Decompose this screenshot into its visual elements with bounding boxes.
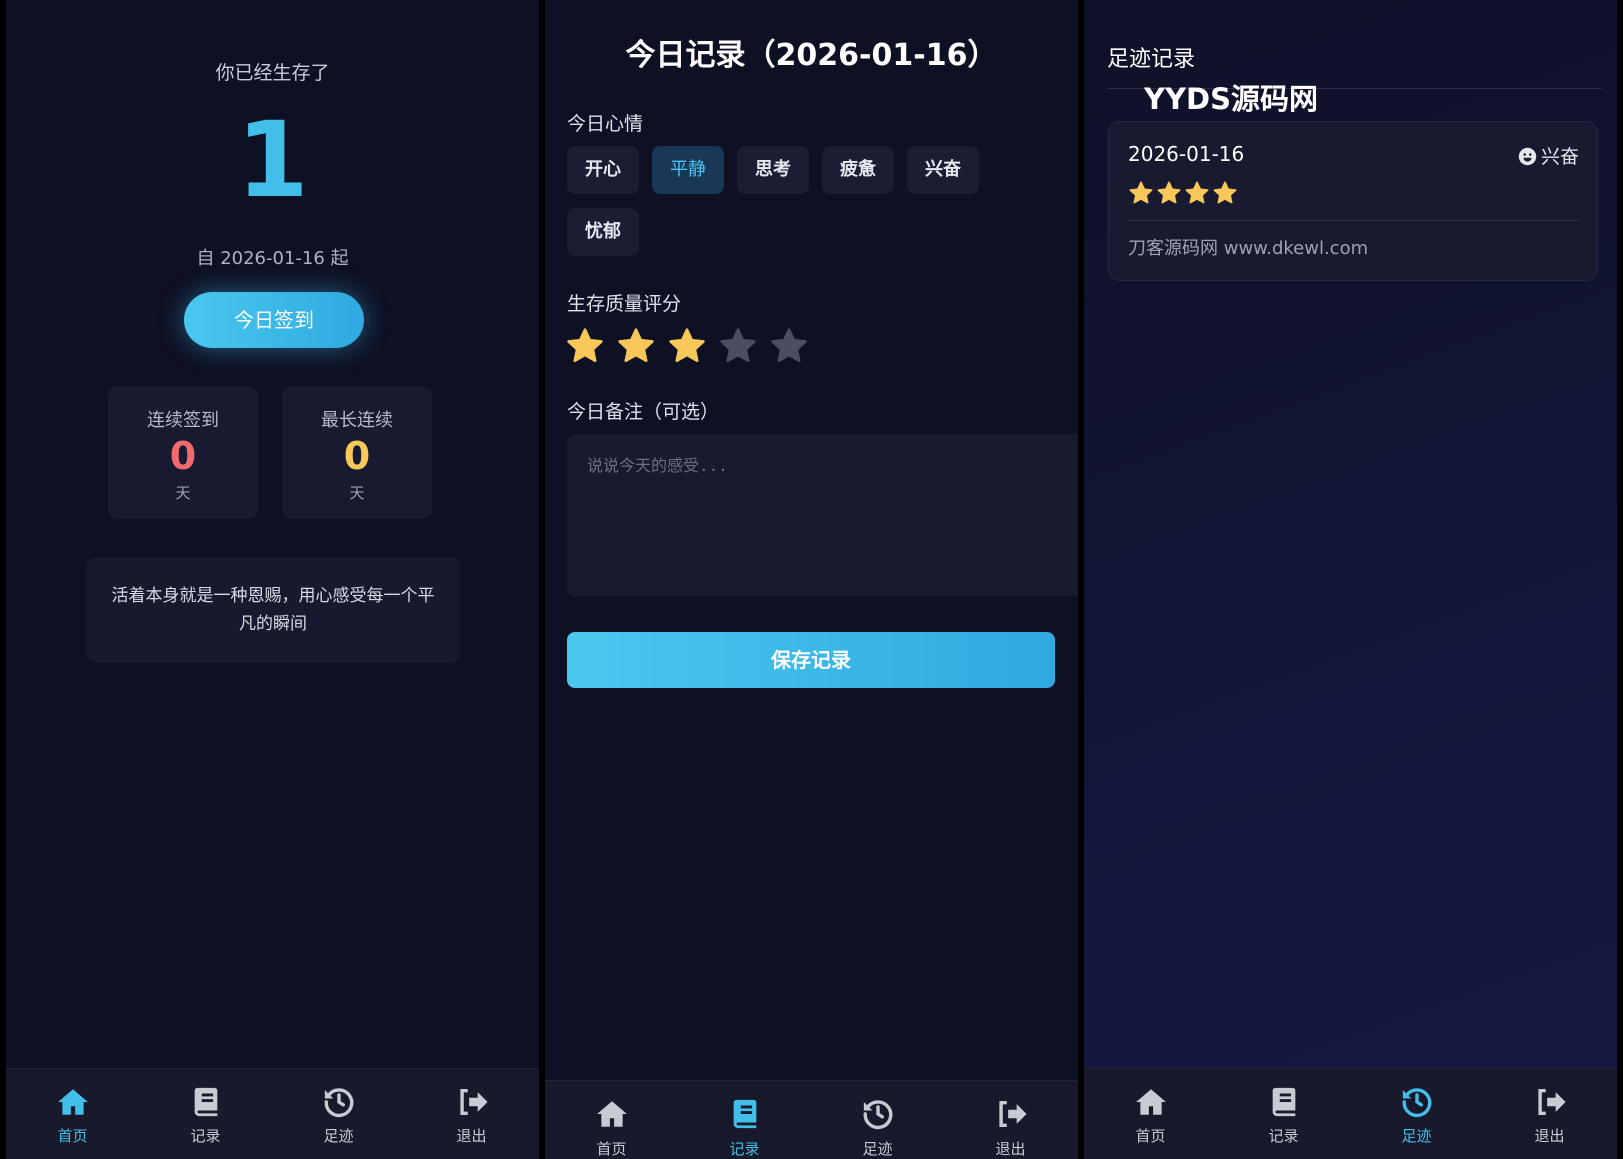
longest-streak-label: 最长连续 <box>321 410 393 431</box>
mood-tired[interactable]: 疲惫 <box>822 146 894 194</box>
tab-bar: 首页 记录 足迹 退出 <box>545 1080 1078 1159</box>
watermark: YYDS源码网 <box>1144 82 1318 116</box>
survived-label: 你已经生存了 <box>215 62 330 84</box>
tab-home[interactable]: 首页 <box>545 1081 678 1159</box>
logout-icon <box>998 1100 1027 1128</box>
history-icon <box>1402 1088 1431 1118</box>
longest-streak-value: 0 <box>343 434 371 478</box>
tab-home-label: 首页 <box>596 1140 627 1158</box>
tab-footprints[interactable]: 足迹 <box>272 1069 405 1159</box>
tab-record[interactable]: 记录 <box>139 1069 272 1159</box>
note-textarea[interactable] <box>567 434 1078 596</box>
logout-icon <box>1537 1088 1566 1116</box>
record-rating-stars <box>1128 180 1240 206</box>
longest-streak-card: 最长连续 0 天 <box>282 386 432 519</box>
tab-home-label: 首页 <box>57 1127 88 1145</box>
tab-logout[interactable]: 退出 <box>1483 1069 1616 1159</box>
footprints-title: 足迹记录 <box>1107 47 1196 72</box>
record-mood-label: 兴奋 <box>1540 146 1579 168</box>
rating-star-icon-3[interactable] <box>667 326 707 366</box>
record-star-icon-4 <box>1213 181 1237 204</box>
tab-record[interactable]: 记录 <box>1217 1069 1350 1159</box>
longest-streak-unit: 天 <box>349 484 365 502</box>
rating-star-icon-4[interactable] <box>718 326 758 366</box>
streak-card: 连续签到 0 天 <box>108 386 258 519</box>
record-mood: 兴奋 <box>1518 142 1579 169</box>
record-date: 2026-01-16 <box>1128 142 1245 166</box>
smile-icon <box>1518 147 1537 166</box>
tab-logout-label: 退出 <box>1534 1127 1565 1145</box>
rating-stars <box>565 326 820 366</box>
daily-quote: 活着本身就是一种恩赐，用心感受每一个平凡的瞬间 <box>86 557 460 663</box>
mood-excited[interactable]: 兴奋 <box>907 146 979 194</box>
tab-bar: 首页 记录 足迹 退出 <box>1084 1068 1617 1159</box>
streak-label: 连续签到 <box>147 410 219 431</box>
tab-home[interactable]: 首页 <box>1084 1069 1217 1159</box>
tab-record-label: 记录 <box>1268 1127 1299 1145</box>
survived-days-count: 1 <box>236 99 309 221</box>
tab-home-label: 首页 <box>1135 1127 1166 1145</box>
book-icon <box>194 1087 217 1117</box>
streak-unit: 天 <box>175 484 191 502</box>
record-star-icon-3 <box>1185 181 1209 204</box>
logout-icon <box>459 1088 488 1116</box>
checkin-button[interactable]: 今日签到 <box>184 292 364 348</box>
streak-value: 0 <box>169 434 197 478</box>
tab-bar: 首页 记录 足迹 退出 <box>6 1068 539 1159</box>
tab-logout[interactable]: 退出 <box>405 1069 538 1159</box>
tab-logout-label: 退出 <box>456 1127 487 1145</box>
rating-star-icon-5[interactable] <box>769 326 809 366</box>
home-icon <box>57 1089 88 1115</box>
tab-footprints-label: 足迹 <box>1401 1127 1432 1145</box>
mood-happy[interactable]: 开心 <box>567 146 639 194</box>
record-star-icon-2 <box>1157 181 1181 204</box>
mood-section-label: 今日心情 <box>567 113 644 135</box>
book-icon <box>1272 1087 1295 1117</box>
note-section-label: 今日备注（可选） <box>567 401 720 423</box>
tab-footprints-label: 足迹 <box>323 1127 354 1145</box>
book-icon <box>733 1099 756 1129</box>
tab-home[interactable]: 首页 <box>6 1069 139 1159</box>
rating-star-icon-1[interactable] <box>565 326 605 366</box>
tab-footprints-label: 足迹 <box>862 1140 893 1158</box>
home-icon <box>596 1101 627 1127</box>
rating-section-label: 生存质量评分 <box>567 293 682 315</box>
mood-calm[interactable]: 平静 <box>652 146 724 194</box>
record-note: 刀客源码网 www.dkewl.com <box>1128 238 1369 259</box>
tab-footprints[interactable]: 足迹 <box>811 1081 944 1159</box>
footprints-screen: 足迹记录 YYDS源码网 2026-01-16 兴奋 刀客源码网 www.dke… <box>1084 0 1617 1159</box>
home-icon <box>1135 1089 1166 1115</box>
mood-thinking[interactable]: 思考 <box>737 146 809 194</box>
footprint-record-card[interactable]: 2026-01-16 兴奋 刀客源码网 www.dkewl.com <box>1108 121 1598 281</box>
record-star-icon-1 <box>1129 181 1153 204</box>
card-divider <box>1128 220 1580 221</box>
history-icon <box>324 1088 353 1118</box>
tab-footprints[interactable]: 足迹 <box>1350 1069 1483 1159</box>
rating-star-icon-2[interactable] <box>616 326 656 366</box>
mood-melancholy[interactable]: 忧郁 <box>567 208 639 256</box>
record-screen: 今日记录（2026-01-16） 今日心情 开心 平静 思考 疲惫 兴奋 忧郁 … <box>545 0 1078 1159</box>
tab-logout[interactable]: 退出 <box>944 1081 1077 1159</box>
save-record-button[interactable]: 保存记录 <box>567 632 1055 688</box>
tab-record-label: 记录 <box>729 1140 760 1158</box>
since-date: 自 2026-01-16 起 <box>196 248 349 269</box>
record-title: 今日记录（2026-01-16） <box>625 38 998 73</box>
history-icon <box>863 1100 892 1130</box>
tab-logout-label: 退出 <box>995 1140 1026 1158</box>
tab-record[interactable]: 记录 <box>678 1081 811 1159</box>
tab-record-label: 记录 <box>190 1127 221 1145</box>
home-screen: 你已经生存了 1 自 2026-01-16 起 今日签到 连续签到 0 天 最长… <box>6 0 539 1159</box>
